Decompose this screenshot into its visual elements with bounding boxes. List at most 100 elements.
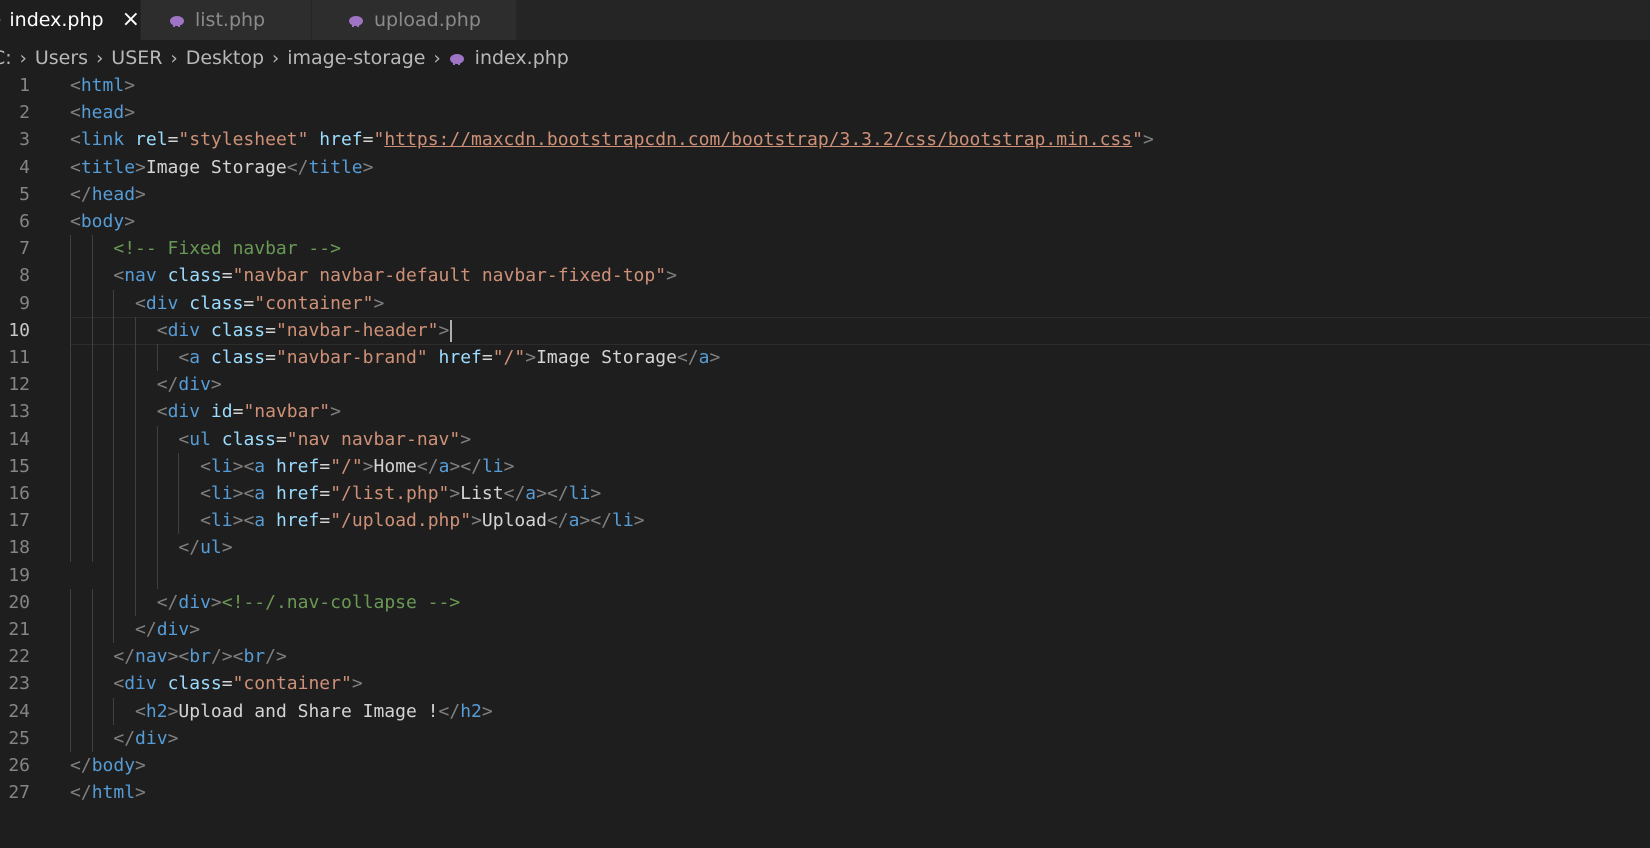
- breadcrumb-item[interactable]: Users: [35, 47, 88, 69]
- code-token: <: [113, 265, 125, 287]
- php-elephant-icon: [0, 19, 2, 21]
- breadcrumb-item-file[interactable]: index.php: [449, 47, 569, 69]
- code-token: class: [210, 319, 266, 341]
- chevron-right-icon: ›: [272, 47, 280, 69]
- code-token: ": [373, 129, 385, 151]
- code-line[interactable]: 23 <div class="container">: [0, 670, 1650, 699]
- code-token: rel: [135, 129, 168, 151]
- tab-index-php[interactable]: index.php ×: [0, 0, 140, 40]
- indent-guide: [70, 507, 71, 535]
- code-token: </: [70, 183, 92, 205]
- breadcrumb-item[interactable]: USER: [111, 47, 162, 69]
- code-line[interactable]: 2 <head>: [0, 99, 1650, 128]
- code-line[interactable]: 26 </body>: [0, 752, 1650, 781]
- code-token: <: [200, 455, 211, 477]
- code-token: >: [124, 102, 136, 124]
- code-line[interactable]: 13 <div id="navbar">: [0, 398, 1650, 427]
- code-line[interactable]: 27 </html>: [0, 779, 1650, 808]
- code-text: <li><a href="/list.php">List</a></li>: [200, 480, 601, 509]
- code-token: class: [221, 428, 276, 450]
- code-token: <: [156, 401, 168, 423]
- indent-guide: [113, 561, 115, 589]
- code-token: </: [113, 646, 136, 668]
- code-line[interactable]: 1 <html>: [0, 72, 1650, 101]
- code-text: </body>: [70, 752, 146, 781]
- indent-guide: [113, 507, 115, 535]
- code-line[interactable]: 5 </head>: [0, 181, 1650, 210]
- code-line[interactable]: 11 <a class="navbar-brand" href="/">Image…: [0, 344, 1650, 373]
- code-text: </ul>: [178, 534, 232, 563]
- code-line[interactable]: 12 </div>: [0, 371, 1650, 400]
- code-token: h2: [145, 700, 168, 722]
- tab-label: upload.php: [374, 9, 481, 31]
- line-number: 9: [19, 292, 30, 314]
- code-line[interactable]: 14 <ul class="nav navbar-nav">: [0, 425, 1650, 455]
- code-token: =: [265, 347, 276, 368]
- indent-guide: [113, 452, 115, 480]
- code-line[interactable]: 9 <div class="container">: [0, 289, 1650, 319]
- code-line[interactable]: 3 <link rel="stylesheet" href="https://ma…: [0, 126, 1650, 155]
- code-line[interactable]: 20 </div><!--/.nav-collapse -->: [0, 588, 1650, 618]
- breadcrumb-item[interactable]: Desktop: [186, 47, 264, 69]
- code-token: <: [70, 211, 81, 232]
- code-line[interactable]: 24 <h2>Upload and Share Image !</h2>: [0, 697, 1650, 727]
- code-token: "/": [492, 347, 526, 368]
- code-line[interactable]: 25 </div>: [0, 724, 1650, 754]
- code-line[interactable]: 15 <li><a href="/">Home</a></li>: [0, 452, 1650, 482]
- indent-guide: [135, 371, 137, 399]
- code-token: ul: [189, 428, 211, 450]
- code-token: >: [449, 483, 461, 504]
- text-cursor: [450, 319, 453, 342]
- code-line[interactable]: 7 <!-- Fixed navbar -->: [0, 235, 1650, 264]
- code-token: </: [178, 537, 201, 559]
- close-icon[interactable]: ×: [122, 9, 140, 31]
- code-line[interactable]: 22 </nav><br/><br/>: [0, 643, 1650, 672]
- code-token: </: [156, 374, 179, 396]
- breadcrumb-item[interactable]: C:: [0, 47, 12, 69]
- chevron-right-icon: ›: [433, 47, 441, 69]
- chevron-right-icon: ›: [170, 47, 178, 69]
- code-token: class: [189, 292, 244, 314]
- code-token: "navbar-brand": [275, 347, 428, 368]
- code-text: <li><a href="/">Home</a></li>: [200, 453, 514, 482]
- code-line[interactable]: 16 <li><a href="/list.php">List</a></li>: [0, 480, 1650, 509]
- code-text: <div class="container">: [113, 670, 362, 699]
- indent-guide: [113, 344, 115, 372]
- code-line[interactable]: 21 </div>: [0, 616, 1650, 645]
- indent-guide: [91, 452, 93, 480]
- code-token: class: [210, 347, 266, 368]
- indent-guide: [113, 289, 115, 317]
- code-line[interactable]: 17 <li><a href="/upload.php">Upload</a></…: [0, 507, 1650, 536]
- code-token: ><: [232, 510, 255, 532]
- breadcrumb-item[interactable]: image-storage: [287, 47, 425, 69]
- tab-upload-php[interactable]: upload.php: [312, 0, 516, 40]
- code-token: a: [568, 510, 580, 532]
- code-token: >: [210, 591, 222, 613]
- code-line[interactable]: 10 <div class="navbar-header">: [0, 316, 1650, 346]
- code-editor[interactable]: 1 <html> 2 <head> 3 <link rel="stylesheet" hr…: [0, 72, 1650, 848]
- indent-guide: [113, 697, 115, 725]
- code-line[interactable]: 4 <title>Image Storage</title>: [0, 154, 1650, 183]
- chevron-right-icon: ›: [19, 47, 27, 69]
- tab-list-php[interactable]: list.php: [141, 0, 311, 40]
- line-number: 17: [8, 510, 30, 532]
- code-token: =: [481, 347, 493, 368]
- code-token: "navbar navbar-default navbar-fixed-top": [232, 265, 667, 287]
- code-token: <: [135, 292, 146, 314]
- indent-guide: [70, 452, 71, 480]
- indent-guide: [91, 316, 93, 344]
- code-text: <head>: [70, 99, 135, 128]
- code-token: >: [481, 700, 493, 722]
- code-line[interactable]: 19: [0, 561, 1650, 591]
- code-token: href: [438, 347, 482, 368]
- code-token: a: [189, 347, 201, 368]
- indent-guide: [91, 697, 93, 725]
- code-line[interactable]: 18 </ul>: [0, 534, 1650, 563]
- code-token: class: [167, 265, 222, 287]
- code-line[interactable]: 8 <nav class="navbar navbar-default navba…: [0, 262, 1650, 291]
- code-line[interactable]: 6 <body>: [0, 208, 1650, 237]
